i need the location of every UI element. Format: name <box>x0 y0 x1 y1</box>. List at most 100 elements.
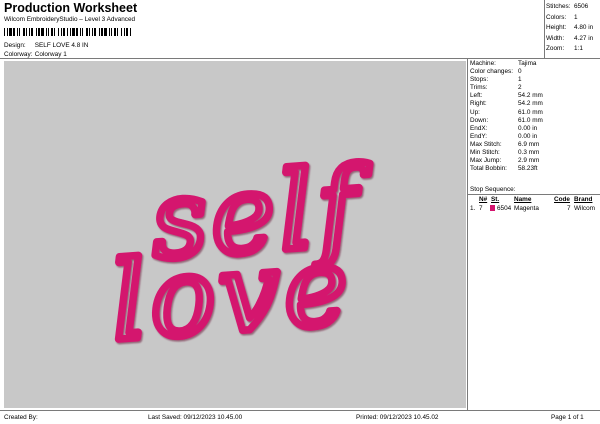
stop-sequence-title: Stop Sequence: <box>470 186 516 193</box>
colorway-name: Colorway 1 <box>34 51 67 58</box>
column-header: Code <box>554 196 570 203</box>
column-header: Brand <box>574 196 593 203</box>
barcode-bar <box>31 28 33 36</box>
barcode-bar <box>89 28 90 36</box>
barcode-bar <box>109 28 110 36</box>
info-row: Color changes: 0 <box>470 68 543 76</box>
stat-label: Width: <box>546 34 565 42</box>
stat-value: 1:1 <box>574 45 583 52</box>
barcode-bar <box>117 28 118 36</box>
info-value: 2 <box>518 84 522 92</box>
info-row: Right: 54.2 mm <box>470 100 543 108</box>
barcode-bar <box>63 28 65 36</box>
barcode-bar <box>7 28 8 36</box>
design-preview: self love <box>4 61 466 408</box>
sequence-divider <box>467 194 600 195</box>
info-label: Max Stitch: <box>470 140 502 148</box>
barcode-bar <box>58 28 59 36</box>
row-index: 1. <box>470 205 476 212</box>
barcode-bar <box>121 28 122 36</box>
design-row: Design: SELF LOVE 4.8 IN <box>4 42 88 50</box>
barcode-bar <box>4 28 5 36</box>
cell-name: Magenta <box>514 205 539 212</box>
info-label: Down: <box>470 116 489 124</box>
stat-value: 1 <box>574 13 578 21</box>
footer-divider <box>0 410 600 411</box>
stat-value: 4.27 in <box>574 34 594 42</box>
embroidery-design: self love <box>103 140 381 369</box>
stat-row: Height: 4.80 in <box>546 23 593 34</box>
info-value: 0.00 in <box>518 132 538 140</box>
barcode-bar <box>41 28 44 36</box>
stat-label: Colors: <box>546 13 567 21</box>
info-value: 0.3 mm <box>518 149 540 157</box>
barcode-bar <box>92 28 93 36</box>
info-label: EndY: <box>470 132 488 140</box>
info-label: Up: <box>470 108 480 116</box>
stat-label: Height: <box>546 24 567 31</box>
last-saved: Last Saved: 09/12/2023 10.45.00 <box>148 414 243 421</box>
stat-row: Width: 4.27 in <box>546 34 593 45</box>
info-value: 61.0 mm <box>518 108 543 116</box>
barcode-bar <box>38 28 40 36</box>
barcode-bar <box>48 28 49 36</box>
info-row: Left: 54.2 mm <box>470 92 543 100</box>
info-row: Trims: 2 <box>470 84 543 92</box>
barcode-bar <box>67 28 68 36</box>
info-row: Min Stitch: 0.3 mm <box>470 149 543 157</box>
barcode-bar <box>111 28 112 36</box>
info-row: EndY: 0.00 in <box>470 133 543 141</box>
stat-row: Colors: 1 <box>546 13 593 24</box>
info-label: Max Jump: <box>470 157 502 165</box>
barcode-bar <box>114 28 116 36</box>
printed-date: Printed: 09/12/2023 10.45.02 <box>356 414 439 421</box>
stat-label: Stitches: <box>546 3 571 10</box>
barcode-bar <box>26 28 27 36</box>
barcode-bar <box>51 28 53 36</box>
barcode-bar <box>104 28 107 36</box>
design-name: SELF LOVE 4.8 IN <box>34 42 89 49</box>
info-label: Color changes: <box>470 68 513 76</box>
info-label: Right: <box>470 100 487 108</box>
stat-row: Zoom: 1:1 <box>546 44 593 55</box>
info-row: Up: 61.0 mm <box>470 109 543 117</box>
machine-info-panel: Machine: Tajima Color changes: 0 Stops: 1 T… <box>470 60 543 173</box>
barcode-bar <box>36 28 37 36</box>
barcode-bar <box>126 28 128 36</box>
barcode <box>4 28 131 36</box>
cell-st: 6504 <box>497 205 512 212</box>
stats-divider <box>544 0 545 58</box>
stat-label: Zoom: <box>546 45 565 52</box>
stat-row: Stitches: 6506 <box>546 2 593 13</box>
stat-value: 4.80 in <box>574 24 594 31</box>
header-divider <box>0 58 600 59</box>
stop-sequence-header: N# St. Name Code Brand <box>470 196 598 204</box>
barcode-bar <box>17 28 18 36</box>
info-value: Tajima <box>518 60 537 67</box>
design-label: Design: <box>4 42 26 49</box>
barcode-bar <box>80 28 81 36</box>
info-row: Down: 61.0 mm <box>470 117 543 125</box>
table-row: 1. 7 6504 Magenta 7 Wilcom <box>470 205 598 213</box>
barcode-bar <box>13 28 15 36</box>
cell-code: 7 <box>567 205 571 212</box>
column-header: St. <box>491 196 500 203</box>
info-value: 61.0 mm <box>518 116 543 124</box>
panel-divider <box>467 58 468 410</box>
barcode-bar <box>86 28 88 36</box>
info-value: 1 <box>518 76 522 84</box>
info-value: 58.23ft <box>518 165 538 173</box>
barcode-bar <box>54 28 55 36</box>
info-label: Machine: <box>470 60 496 67</box>
barcode-bar <box>82 28 83 36</box>
barcode-bar <box>46 28 47 36</box>
stat-value: 6506 <box>574 3 589 10</box>
column-header: Name <box>514 196 532 203</box>
cell-brand: Wilcom <box>574 205 595 212</box>
info-value: 2.9 mm <box>518 157 540 165</box>
created-by: Created By: <box>4 414 38 421</box>
info-value: 6.9 mm <box>518 140 540 148</box>
info-label: Trims: <box>470 84 488 92</box>
barcode-bar <box>29 28 30 36</box>
info-label: Stops: <box>470 76 489 84</box>
